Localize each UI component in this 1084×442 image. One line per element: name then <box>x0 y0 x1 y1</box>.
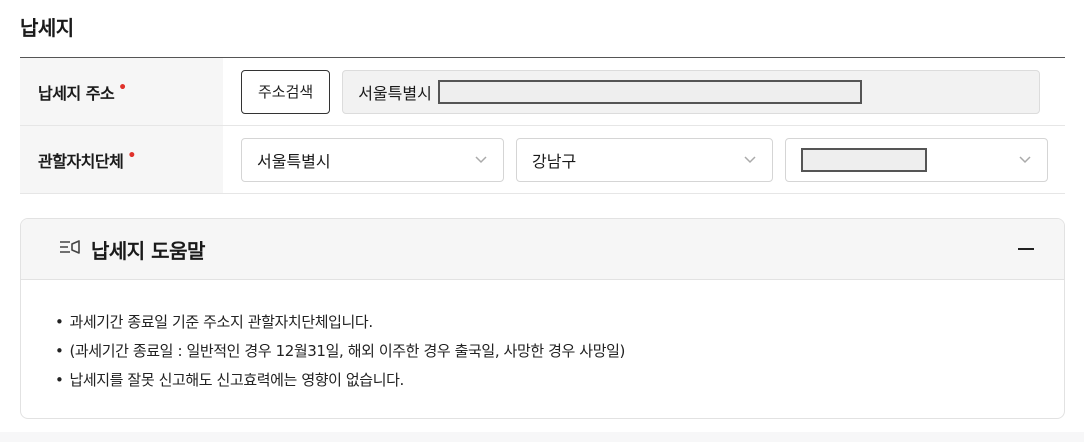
district-select[interactable]: 강남구 <box>516 137 773 182</box>
minus-icon[interactable] <box>1016 239 1036 259</box>
dong-select[interactable] <box>785 137 1048 182</box>
help-item: 과세기간 종료일 기준 주소지 관할자치단체입니다. <box>55 308 1064 337</box>
district-label: 관할자치단체 <box>38 151 124 171</box>
city-select-value: 서울특별시 <box>257 151 331 171</box>
chevron-down-icon <box>744 153 756 167</box>
help-title: 납세지 도움말 <box>91 238 205 263</box>
address-form: 납세지 주소 • 주소검색 서울특별시 관할자치단체 • 서울특별시 강남구 <box>20 57 1065 194</box>
chevron-down-icon <box>475 153 487 167</box>
required-mark: • <box>118 79 127 96</box>
page: 납세지 납세지 주소 • 주소검색 서울특별시 관할자치단체 • 서울특별시 강… <box>0 0 1084 432</box>
chevron-down-icon <box>1019 153 1031 167</box>
address-search-button[interactable]: 주소검색 <box>241 69 331 114</box>
district-label-cell: 관할자치단체 • <box>20 126 223 193</box>
city-select[interactable]: 서울특별시 <box>241 137 504 182</box>
required-mark: • <box>127 147 136 164</box>
help-panel: 납세지 도움말 과세기간 종료일 기준 주소지 관할자치단체입니다. (과세기간… <box>20 218 1065 419</box>
help-title-wrap: 납세지 도움말 <box>59 235 205 264</box>
help-list: 과세기간 종료일 기준 주소지 관할자치단체입니다. (과세기간 종료일 : 일… <box>21 280 1064 395</box>
address-content: 주소검색 서울특별시 <box>223 58 1065 125</box>
dong-select-value-redacted <box>801 147 927 172</box>
address-label-cell: 납세지 주소 • <box>20 58 223 125</box>
address-label: 납세지 주소 <box>38 83 115 103</box>
help-header[interactable]: 납세지 도움말 <box>21 219 1064 280</box>
help-item: (과세기간 종료일 : 일반적인 경우 12월31일, 해외 이주한 경우 출국… <box>55 337 1064 366</box>
district-select-value: 강남구 <box>532 151 577 171</box>
help-item: 납세지를 잘못 신고해도 신고효력에는 영향이 없습니다. <box>55 366 1064 395</box>
district-row: 관할자치단체 • 서울특별시 강남구 <box>20 126 1065 194</box>
address-prefix: 서울특별시 <box>358 83 432 103</box>
address-field: 서울특별시 <box>342 69 1041 114</box>
district-content: 서울특별시 강남구 <box>223 126 1065 193</box>
address-detail-redacted <box>437 79 862 104</box>
address-row: 납세지 주소 • 주소검색 서울특별시 <box>20 58 1065 126</box>
help-list-icon <box>59 237 91 261</box>
section-title: 납세지 <box>20 16 74 40</box>
